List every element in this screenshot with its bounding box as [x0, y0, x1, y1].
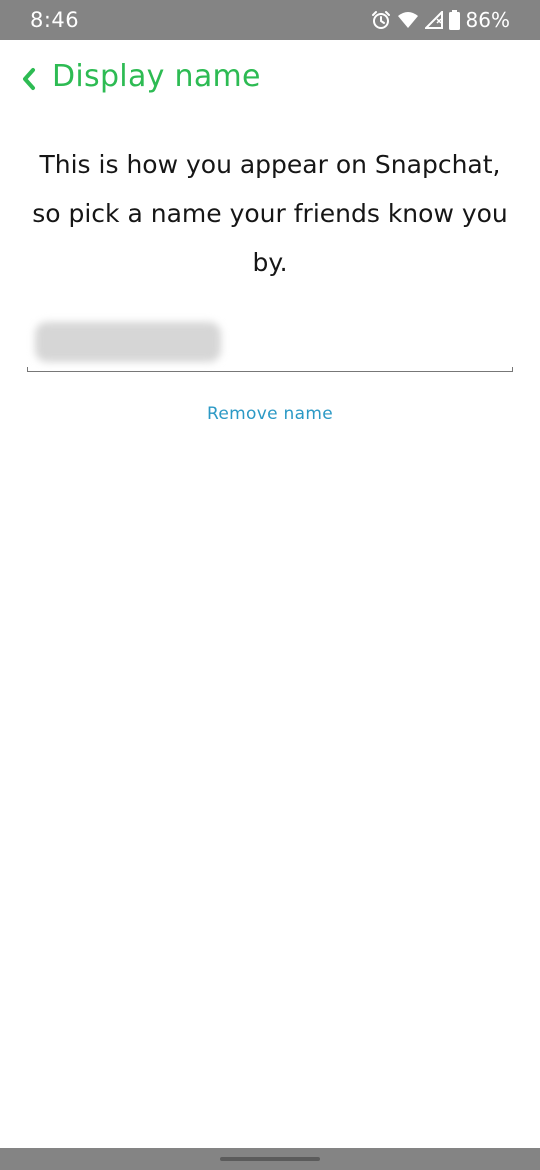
display-name-value-blurred[interactable]	[35, 322, 221, 362]
navigation-bar	[0, 1148, 540, 1170]
display-name-input[interactable]	[27, 316, 513, 372]
header: Display name	[0, 40, 540, 122]
input-underline-tick-right	[512, 367, 513, 372]
alarm-icon	[371, 10, 391, 30]
remove-name-link[interactable]: Remove name	[0, 404, 540, 424]
home-gesture-pill[interactable]	[220, 1157, 320, 1161]
status-bar: 8:46 86%	[0, 0, 540, 40]
status-time: 8:46	[30, 8, 80, 32]
chevron-left-icon	[21, 67, 37, 96]
cell-signal-icon	[424, 11, 443, 29]
display-name-screen: 8:46 86% Display name This is how you ap…	[0, 0, 540, 1170]
input-underline	[27, 371, 513, 372]
page-title: Display name	[52, 59, 261, 94]
battery-icon	[448, 10, 460, 30]
description-line: so pick a name your friends know you	[32, 199, 508, 228]
description-text: This is how you appear on Snapchat, so p…	[20, 140, 520, 287]
description-line: This is how you appear on Snapchat,	[39, 150, 501, 179]
wifi-icon	[397, 11, 419, 29]
status-icons: 86%	[371, 8, 510, 32]
back-button[interactable]	[16, 66, 42, 96]
battery-percent: 86%	[465, 8, 510, 32]
input-underline-tick-left	[27, 367, 28, 372]
description-line: by.	[252, 248, 288, 277]
